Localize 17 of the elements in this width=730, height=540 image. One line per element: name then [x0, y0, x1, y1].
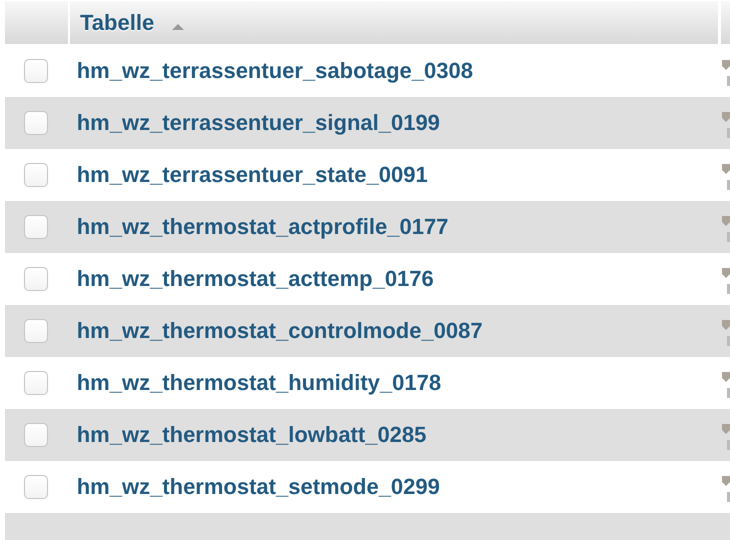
row-checkbox[interactable]	[24, 319, 48, 343]
header-cell	[721, 1, 730, 44]
row-checkbox[interactable]	[24, 475, 48, 499]
table-name-link[interactable]: hm_wz_thermostat_humidity_0178	[76, 370, 442, 395]
table-name-link[interactable]: hm_wz_terrassentuer_sabotage_0308	[76, 58, 473, 83]
row-checkbox[interactable]	[24, 215, 48, 239]
row-checkbox[interactable]	[24, 423, 48, 447]
row-checkbox[interactable]	[24, 111, 48, 135]
column-header[interactable]: Tabelle	[70, 1, 718, 44]
row-checkbox[interactable]	[24, 59, 48, 83]
table-name-link[interactable]: hm_wz_thermostat_setmode_0299	[76, 474, 440, 499]
table-name-link[interactable]: hm_wz_thermostat_acttemp_0176	[76, 266, 434, 291]
header-cell	[5, 1, 68, 44]
row-checkbox[interactable]	[24, 267, 48, 291]
table-name-link[interactable]: hm_wz_terrassentuer_state_0091	[76, 162, 428, 187]
row-checkbox[interactable]	[24, 371, 48, 395]
row-checkbox[interactable]	[24, 163, 48, 187]
